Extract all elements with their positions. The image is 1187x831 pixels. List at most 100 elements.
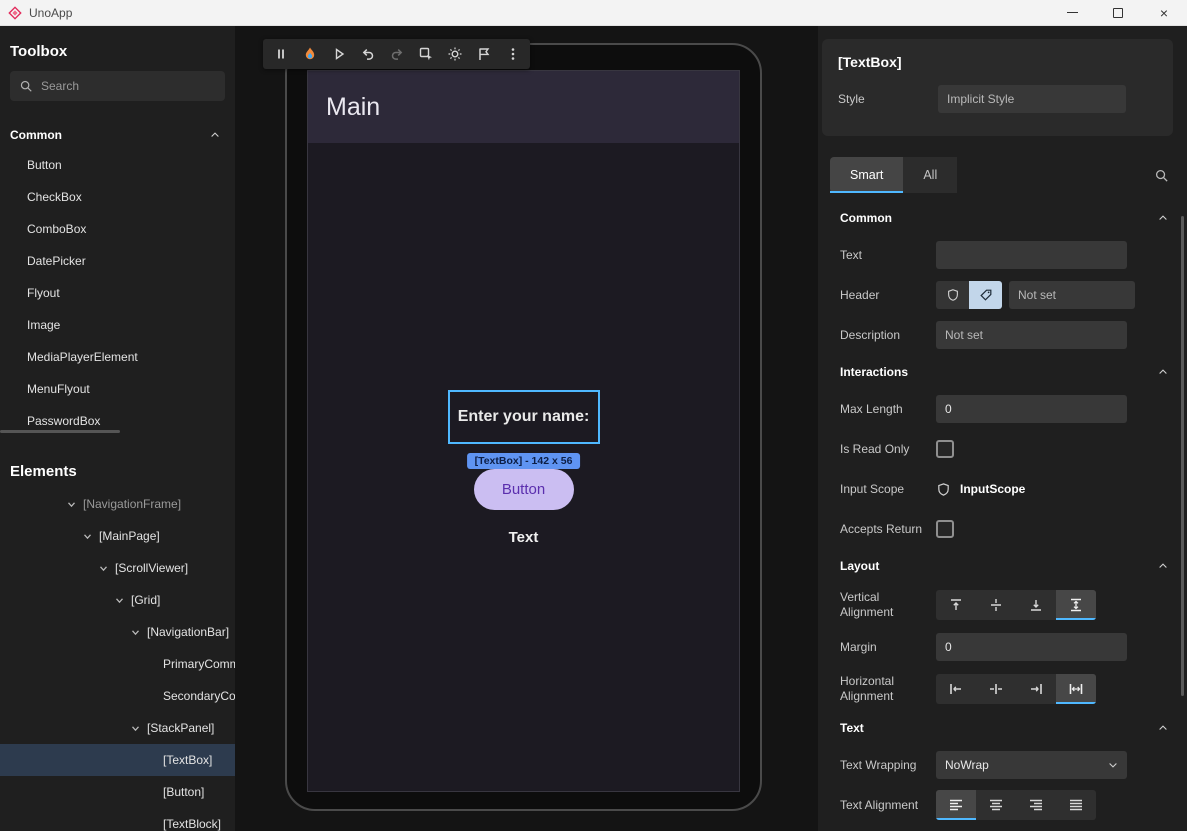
accepts-return-checkbox[interactable] <box>936 520 954 538</box>
element-tree-item[interactable]: SecondaryCo <box>0 680 235 712</box>
theme-sun-button[interactable] <box>440 40 469 68</box>
margin-input[interactable]: 0 <box>936 633 1127 661</box>
play-icon <box>331 46 347 62</box>
max-length-input[interactable]: 0 <box>936 395 1127 423</box>
text-align-right-button[interactable] <box>1016 790 1056 820</box>
toolbox-item-mediaplayerelement[interactable]: MediaPlayerElement <box>0 341 235 373</box>
tab-all[interactable]: All <box>903 157 957 193</box>
pause-button[interactable] <box>266 40 295 68</box>
toolbox-section-label: Common <box>10 128 62 142</box>
is-read-only-checkbox[interactable] <box>936 440 954 458</box>
device-screen[interactable]: Main Enter your name: [TextBox] - 142 x … <box>307 70 740 792</box>
toolbox-section-common[interactable]: Common <box>0 121 235 149</box>
property-search-icon[interactable] <box>1154 168 1169 183</box>
element-tree-item[interactable]: [NavigationBar] <box>0 616 235 648</box>
tab-smart[interactable]: Smart <box>830 157 903 193</box>
window-titlebar: UnoApp × <box>0 0 1187 26</box>
section-common[interactable]: Common <box>828 201 1179 235</box>
toolbox-item-image[interactable]: Image <box>0 309 235 341</box>
chevron-down-icon[interactable] <box>82 531 99 542</box>
maximize-button[interactable] <box>1095 0 1141 25</box>
text-property-label: Text <box>840 248 936 263</box>
element-tree: [NavigationFrame] [MainPage] [ScrollViewer… <box>0 488 235 831</box>
design-canvas: Main Enter your name: [TextBox] - 142 x … <box>235 26 818 831</box>
element-tree-item[interactable]: [TextBox] <box>0 744 235 776</box>
toolbox-scrollbar-thumb[interactable] <box>0 430 120 433</box>
element-tree-item[interactable]: [StackPanel] <box>0 712 235 744</box>
chevron-up-icon[interactable] <box>209 129 221 141</box>
element-tree-item[interactable]: [MainPage] <box>0 520 235 552</box>
text-alignment-group <box>936 790 1096 820</box>
toolbox-item-flyout[interactable]: Flyout <box>0 277 235 309</box>
hot-reload-flame-button[interactable] <box>295 40 324 68</box>
minimize-button[interactable] <box>1049 0 1095 25</box>
halign-left-button[interactable] <box>936 674 976 704</box>
valign-center-button[interactable] <box>976 590 1016 620</box>
element-tree-item[interactable]: [Button] <box>0 776 235 808</box>
element-tree-item[interactable]: [TextBlock] <box>0 808 235 831</box>
input-scope-value[interactable]: InputScope <box>960 482 1025 496</box>
element-tree-item[interactable]: [ScrollViewer] <box>0 552 235 584</box>
page-title: Main <box>326 93 380 122</box>
chevron-down-icon[interactable] <box>114 595 131 606</box>
toolbox-item-datepicker[interactable]: DatePicker <box>0 245 235 277</box>
play-button[interactable] <box>324 40 353 68</box>
horizontal-alignment-group <box>936 674 1096 704</box>
section-layout[interactable]: Layout <box>828 549 1179 583</box>
redo-icon <box>389 46 405 62</box>
chevron-down-icon[interactable] <box>66 499 83 510</box>
element-tree-item[interactable]: PrimaryComm <box>0 648 235 680</box>
header-binding-button[interactable] <box>936 281 969 309</box>
redo-button[interactable] <box>382 40 411 68</box>
chevron-up-icon[interactable] <box>1157 560 1169 572</box>
textbox-text: Enter your name: <box>458 408 590 426</box>
halign-stretch-button[interactable] <box>1056 674 1096 704</box>
chevron-up-icon[interactable] <box>1157 212 1169 224</box>
chevron-up-icon[interactable] <box>1157 722 1169 734</box>
valign-top-button[interactable] <box>936 590 976 620</box>
text-property-input[interactable] <box>936 241 1127 269</box>
toolbox-item-checkbox[interactable]: CheckBox <box>0 181 235 213</box>
text-align-justify-button[interactable] <box>1056 790 1096 820</box>
canvas-button[interactable]: Button <box>474 469 574 510</box>
inspector-scrollbar[interactable] <box>1181 216 1184 696</box>
element-tree-label: [TextBlock] <box>163 817 221 831</box>
chevron-down-icon[interactable] <box>130 627 147 638</box>
guides-flag-button[interactable] <box>469 40 498 68</box>
toolbox-search-input[interactable]: Search <box>10 71 225 101</box>
style-input[interactable]: Implicit Style <box>938 85 1126 113</box>
halign-center-button[interactable] <box>976 674 1016 704</box>
close-button[interactable]: × <box>1141 0 1187 25</box>
element-tree-label: [TextBox] <box>163 753 212 767</box>
property-list: Common Text Header <box>828 201 1179 831</box>
valign-bottom-button[interactable] <box>1016 590 1056 620</box>
text-align-left-button[interactable] <box>936 790 976 820</box>
header-property-input[interactable]: Not set <box>1009 281 1135 309</box>
element-tree-item[interactable]: [Grid] <box>0 584 235 616</box>
canvas-textblock[interactable]: Text <box>509 529 539 546</box>
designer-toolbar <box>263 39 530 69</box>
header-literal-button[interactable] <box>969 281 1002 309</box>
chevron-down-icon[interactable] <box>130 723 147 734</box>
description-property-input[interactable]: Not set <box>936 321 1127 349</box>
undo-button[interactable] <box>353 40 382 68</box>
text-wrapping-dropdown[interactable]: NoWrap <box>936 751 1127 779</box>
element-tree-label: [MainPage] <box>99 529 160 543</box>
halign-right-button[interactable] <box>1016 674 1056 704</box>
toolbox-item-menuflyout[interactable]: MenuFlyout <box>0 373 235 405</box>
toolbox-item-combobox[interactable]: ComboBox <box>0 213 235 245</box>
text-align-center-button[interactable] <box>976 790 1016 820</box>
element-picker-button[interactable] <box>411 40 440 68</box>
element-tree-label: PrimaryComm <box>163 657 235 671</box>
section-text[interactable]: Text <box>828 711 1179 745</box>
more-vertical-button[interactable] <box>498 40 527 68</box>
chevron-down-icon[interactable] <box>98 563 115 574</box>
selected-textbox[interactable]: Enter your name: <box>448 390 600 444</box>
valign-stretch-button[interactable] <box>1056 590 1096 620</box>
text-wrapping-value: NoWrap <box>945 758 989 772</box>
toolbox-item-button[interactable]: Button <box>0 149 235 181</box>
chevron-up-icon[interactable] <box>1157 366 1169 378</box>
section-interactions[interactable]: Interactions <box>828 355 1179 389</box>
is-read-only-label: Is Read Only <box>840 442 936 457</box>
element-tree-item[interactable]: [NavigationFrame] <box>0 488 235 520</box>
